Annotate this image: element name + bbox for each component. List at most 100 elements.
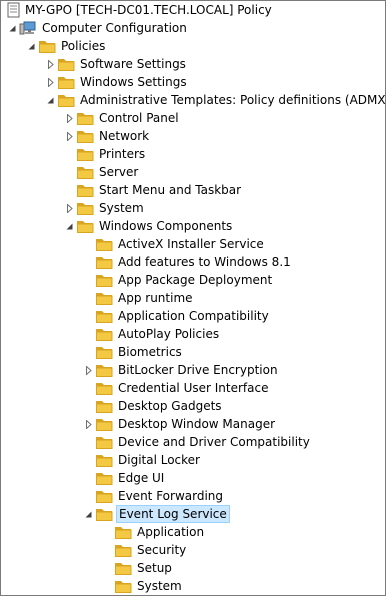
tree-node-label: Application Compatibility [118,309,269,323]
tree-node-label: Credential User Interface [118,381,269,395]
expand-arrow-icon[interactable] [65,132,74,141]
tree-node-label: Security [137,543,187,557]
tree-node-label: Device and Driver Compatibility [118,435,310,449]
tree-node[interactable]: System [1,577,385,595]
expand-arrow-icon[interactable] [84,420,93,429]
tree-node[interactable]: System [1,199,385,217]
expand-arrow-icon[interactable] [46,60,55,69]
folder-icon [114,542,132,558]
tree-node-label: Edge UI [118,471,165,485]
tree-node-label: Network [99,129,150,143]
tree-node[interactable]: Biometrics [1,343,385,361]
tree-node-label: System [99,201,144,215]
folder-icon [95,308,113,324]
tree-node[interactable]: App runtime [1,289,385,307]
collapse-arrow-icon[interactable] [8,24,17,33]
folder-icon [76,200,94,216]
tree-node-label: App Package Deployment [118,273,273,287]
tree-node[interactable]: Desktop Window Manager [1,415,385,433]
folder-icon [114,560,132,576]
tree-node[interactable]: MY-GPO [TECH-DC01.TECH.LOCAL] Policy [1,1,385,19]
tree-node[interactable]: Windows Settings [1,73,385,91]
folder-icon [95,254,113,270]
folder-icon [76,164,94,180]
collapse-arrow-icon[interactable] [46,96,55,105]
tree-node[interactable]: AutoPlay Policies [1,325,385,343]
tree-node-label: Event Forwarding [118,489,224,503]
folder-icon [95,416,113,432]
folder-icon [95,344,113,360]
folder-icon [114,578,132,594]
expand-arrow-icon[interactable] [65,204,74,213]
tree-node-label: App runtime [118,291,193,305]
tree-node[interactable]: Start Menu and Taskbar [1,181,385,199]
folder-icon [95,272,113,288]
folder-icon [95,236,113,252]
folder-icon [95,398,113,414]
policy-document-icon [5,2,23,18]
tree-node-label: System [137,579,182,593]
tree-node[interactable]: Credential User Interface [1,379,385,397]
tree-node-label: MY-GPO [TECH-DC01.TECH.LOCAL] Policy [25,3,272,17]
expand-arrow-icon[interactable] [46,78,55,87]
tree-node[interactable]: BitLocker Drive Encryption [1,361,385,379]
tree-node[interactable]: Printers [1,145,385,163]
tree-node-label: Computer Configuration [42,21,187,35]
computer-icon [19,20,37,36]
tree-node[interactable]: Security [1,541,385,559]
tree-node[interactable]: Network [1,127,385,145]
tree-node-label: Policies [61,39,106,53]
tree-node[interactable]: App Package Deployment [1,271,385,289]
tree-node[interactable]: Event Forwarding [1,487,385,505]
tree-node[interactable]: Application [1,523,385,541]
tree-node-label: Desktop Window Manager [118,417,276,431]
folder-icon [76,218,94,234]
expand-arrow-icon[interactable] [84,366,93,375]
tree-node-label: Printers [99,147,146,161]
folder-icon [95,434,113,450]
tree-node[interactable]: Desktop Gadgets [1,397,385,415]
folder-icon [57,56,75,72]
tree-node[interactable]: Setup [1,559,385,577]
tree-node[interactable]: Application Compatibility [1,307,385,325]
collapse-arrow-icon[interactable] [84,510,93,519]
folder-icon [95,452,113,468]
folder-icon [57,92,75,108]
tree-node[interactable]: Edge UI [1,469,385,487]
tree-node[interactable]: Device and Driver Compatibility [1,433,385,451]
gpo-editor-tree-pane: MY-GPO [TECH-DC01.TECH.LOCAL] Policy Comp… [0,0,386,596]
tree-node-label: Windows Components [99,219,233,233]
tree-node[interactable]: Control Panel [1,109,385,127]
tree-node[interactable]: Event Log Service [1,505,385,523]
folder-icon [95,488,113,504]
tree-node[interactable]: Software Settings [1,55,385,73]
tree-node[interactable]: Policies [1,37,385,55]
folder-icon [76,128,94,144]
tree-node-label: Administrative Templates: Policy definit… [80,93,386,107]
tree-node[interactable]: Digital Locker [1,451,385,469]
folder-icon [95,470,113,486]
tree-node-label: Server [99,165,139,179]
tree-node[interactable]: Administrative Templates: Policy definit… [1,91,385,109]
tree-node-label: Windows Settings [80,75,187,89]
tree-node-label: Control Panel [99,111,179,125]
tree-node-label: Event Log Service [116,505,230,523]
folder-icon [95,506,113,522]
folder-icon [95,380,113,396]
tree-node[interactable]: Add features to Windows 8.1 [1,253,385,271]
tree-node-label: Software Settings [80,57,186,71]
tree-node[interactable]: Server [1,163,385,181]
folder-icon [95,362,113,378]
tree-node-label: ActiveX Installer Service [118,237,264,251]
collapse-arrow-icon[interactable] [65,222,74,231]
folder-icon [76,182,94,198]
tree-node-label: Start Menu and Taskbar [99,183,242,197]
tree-node[interactable]: ActiveX Installer Service [1,235,385,253]
folder-icon [38,38,56,54]
collapse-arrow-icon[interactable] [27,42,36,51]
folder-icon [114,524,132,540]
tree-node-label: Desktop Gadgets [118,399,222,413]
expand-arrow-icon[interactable] [65,114,74,123]
tree-node[interactable]: Windows Components [1,217,385,235]
tree-node[interactable]: Computer Configuration [1,19,385,37]
